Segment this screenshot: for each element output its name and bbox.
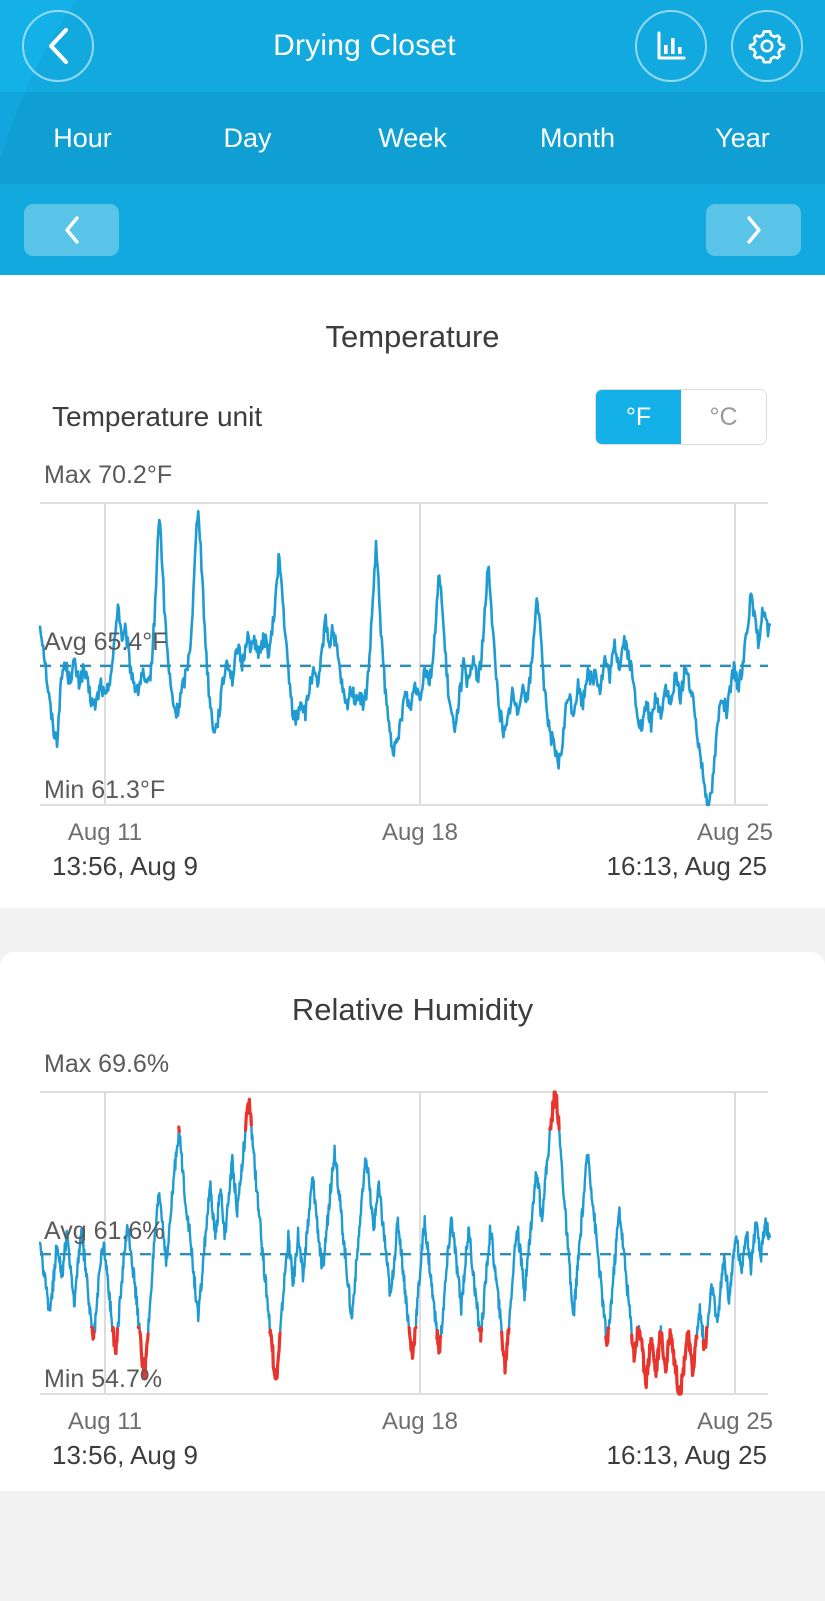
chevron-left-icon	[64, 215, 79, 244]
date-pager	[0, 184, 825, 275]
unit-celsius-option[interactable]: °C	[681, 390, 766, 444]
temperature-unit-row: Temperature unit °F °C	[0, 361, 825, 445]
temperature-range-start: 13:56, Aug 9	[52, 851, 199, 881]
humidity-avg-label: Avg 61.6%	[44, 1217, 164, 1245]
period-tabs: Hour Day Week Month Year	[0, 92, 825, 184]
temperature-title: Temperature	[325, 319, 500, 354]
header-actions	[635, 10, 803, 82]
humidity-xtick-2: Aug 25	[697, 1408, 773, 1434]
page-title: Drying Closet	[273, 29, 456, 62]
humidity-plot-svg: Max 69.6% Avg 61.6% Min 54.7% Aug 11 Aug…	[38, 1050, 773, 1434]
humidity-xtick-1: Aug 18	[382, 1408, 458, 1434]
gear-icon	[748, 30, 786, 64]
app-screen: Drying Closet Hour Day Week Month Year T…	[0, 0, 825, 1601]
humidity-card: Relative Humidity Max 69.6% Avg 61.6% Mi…	[0, 952, 825, 1491]
tab-day[interactable]: Day	[165, 92, 330, 184]
humidity-range-start: 13:56, Aug 9	[52, 1440, 199, 1470]
temperature-unit-toggle[interactable]: °F °C	[595, 389, 767, 445]
bar-chart-icon	[657, 31, 686, 60]
humidity-title: Relative Humidity	[291, 992, 534, 1027]
humidity-max-label: Max 69.6%	[44, 1050, 169, 1078]
next-period-button[interactable]	[706, 203, 801, 256]
humidity-min-label: Min 54.7%	[44, 1365, 162, 1393]
temperature-xtick-1: Aug 18	[382, 819, 458, 845]
temperature-range-row: 13:56, Aug 9 16:13, Aug 25	[0, 845, 825, 882]
temperature-range-end: 16:13, Aug 25	[606, 851, 767, 881]
temperature-plot-svg: Max 70.2°F Avg 65.4°F Min 61.3°F Aug 11 …	[38, 461, 773, 845]
app-header: Drying Closet Hour Day Week Month Year	[0, 0, 825, 275]
chevron-left-icon	[48, 27, 69, 65]
temperature-card: Temperature Temperature unit °F °C Max 7…	[0, 275, 825, 908]
tab-week[interactable]: Week	[330, 92, 495, 184]
settings-button[interactable]	[731, 10, 803, 82]
statistics-button[interactable]	[635, 10, 707, 82]
humidity-range-row: 13:56, Aug 9 16:13, Aug 25	[0, 1434, 825, 1471]
temperature-unit-label: Temperature unit	[52, 401, 263, 432]
temperature-max-label: Max 70.2°F	[44, 461, 172, 489]
temperature-series-path	[38, 509, 771, 807]
humidity-xtick-0: Aug 11	[68, 1408, 142, 1434]
temperature-chart[interactable]: Max 70.2°F Avg 65.4°F Min 61.3°F Aug 11 …	[0, 445, 825, 845]
humidity-chart[interactable]: Max 69.6% Avg 61.6% Min 54.7% Aug 11 Aug…	[0, 1034, 825, 1434]
previous-period-button[interactable]	[24, 203, 119, 256]
tab-hour[interactable]: Hour	[0, 92, 165, 184]
chevron-right-icon	[746, 215, 761, 244]
temperature-xtick-2: Aug 25	[697, 819, 773, 845]
card-divider	[0, 908, 825, 952]
tab-year[interactable]: Year	[660, 92, 825, 184]
back-button[interactable]	[22, 10, 94, 82]
temperature-xtick-0: Aug 11	[68, 819, 142, 845]
unit-fahrenheit-option[interactable]: °F	[596, 390, 681, 444]
temperature-avg-label: Avg 65.4°F	[44, 628, 168, 656]
humidity-range-end: 16:13, Aug 25	[606, 1440, 767, 1470]
tab-month[interactable]: Month	[495, 92, 660, 184]
title-bar: Drying Closet	[0, 0, 825, 92]
temperature-min-label: Min 61.3°F	[44, 776, 165, 804]
